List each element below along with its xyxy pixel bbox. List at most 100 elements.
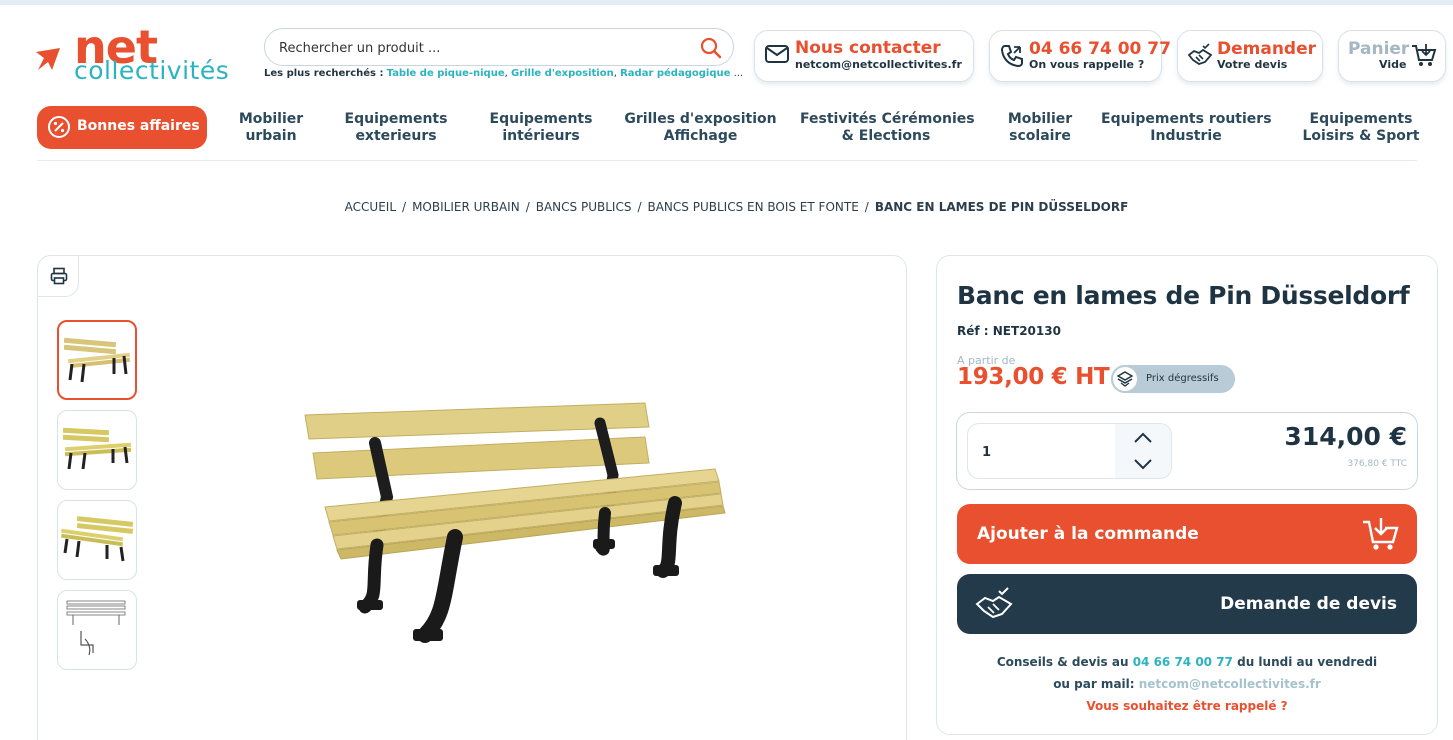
advice-line-phone: Conseils & devis au 04 66 74 00 77 du lu… [936,651,1438,673]
gallery-thumbnail[interactable] [57,500,137,580]
request-quote-button[interactable]: Demande de devis [957,574,1417,634]
product-title: Banc en lames de Pin Düsseldorf [957,281,1410,310]
nav-equipements-exterieurs[interactable]: Equipements exterieurs [340,111,452,145]
breadcrumb-item[interactable]: ACCUEIL [345,200,396,214]
gallery-thumbnail[interactable] [57,320,137,400]
nav-line: Loisirs & Sport [1302,128,1420,144]
gallery-thumbnail[interactable] [57,590,137,670]
nav-line: Equipements routiers [1101,111,1272,127]
quantity-input[interactable] [982,442,1102,462]
product-main-image [304,402,726,643]
phone-card[interactable]: 04 66 74 00 77 On vous rappelle ? [989,30,1171,82]
degressive-price-badge[interactable]: Prix dégressifs [1111,365,1235,393]
header-divider [37,160,1417,161]
advice-email-link[interactable]: netcom@netcollectivites.fr [1139,677,1321,691]
nav-festivites[interactable]: Festivités Cérémonies & Elections [800,111,975,145]
quote-subtitle: Votre devis [1217,58,1288,71]
cart-icon [1411,43,1437,73]
nav-grilles-exposition[interactable]: Grilles d'exposition Affichage [624,111,777,145]
contact-email: netcom@netcollectivites.fr [795,58,962,71]
advice-phone-link[interactable]: 04 66 74 00 77 [1133,655,1233,669]
logo-collectivites-text: collectivités [74,56,230,85]
product-price: 193,00 € HT [957,364,1110,390]
nav-line: urbain [245,128,297,144]
bench-thumbnail-image [62,427,132,470]
popular-searches: Les plus recherchés : Table de pique-niq… [264,68,744,79]
print-button[interactable] [37,255,79,297]
search-bar [264,28,734,66]
add-to-order-button[interactable]: Ajouter à la commande [957,504,1417,564]
contact-card[interactable]: Nous contacter netcom@netcollectivites.f… [754,30,974,82]
nav-mobilier-urbain[interactable]: Mobilier urbain [236,111,306,145]
cart-status: Vide [1379,58,1407,71]
phone-number: 04 66 74 00 77 [1029,39,1171,59]
breadcrumb: ACCUEIL / MOBILIER URBAIN / BANCS PUBLICS / BA… [344,200,1129,214]
advice-mail-prefix: ou par mail: [1053,677,1135,691]
logo-arrow-icon [36,48,60,70]
breadcrumb-item[interactable]: BANCS PUBLICS [536,200,632,214]
top-accent-bar [0,0,1453,5]
popular-link[interactable]: Radar pédagogique [620,68,730,79]
nav-line: Grilles d'exposition [624,111,777,127]
nav-line: scolaire [1009,128,1071,144]
layers-icon [1111,365,1139,393]
nav-mobilier-scolaire[interactable]: Mobilier scolaire [1004,111,1076,145]
total-price: 314,00 € [1284,422,1407,451]
advice-line-mail: ou par mail: netcom@netcollectivites.fr [936,673,1438,695]
nav-line: Equipements [344,111,448,127]
nav-equipements-routiers[interactable]: Equipements routiers Industrie [1101,111,1272,145]
cart-add-icon [1363,518,1399,550]
search-icon[interactable] [699,36,723,64]
nav-equipements-interieurs[interactable]: Equipements intérieurs [485,111,597,145]
chevron-down-icon[interactable] [1133,456,1153,475]
nav-line: & Elections [841,128,931,144]
nav-line: Affichage [663,128,738,144]
bench-thumbnail-image [61,516,133,562]
advice-hours: du lundi au vendredi [1237,655,1378,669]
popular-label: Les plus recherchés : [264,68,384,79]
bench-drawing-thumbnail [66,600,126,656]
callback-link[interactable]: Vous souhaitez être rappelé ? [936,695,1438,717]
degressive-label: Prix dégressifs [1146,373,1219,384]
advice-info: Conseils & devis au 04 66 74 00 77 du lu… [936,651,1438,717]
cart-title: Panier [1348,39,1410,59]
request-quote-label: Demande de devis [1220,594,1397,614]
contact-title: Nous contacter [795,38,941,58]
total-price-ttc: 376,80 € TTC [1347,459,1407,469]
quantity-stepper [1115,424,1171,478]
bench-thumbnail-image [63,337,131,383]
deals-label: Bonnes affaires [77,118,200,134]
cart-card[interactable]: Panier Vide [1338,30,1446,82]
quote-card[interactable]: Demander Votre devis [1177,30,1323,82]
popular-link[interactable]: Table de pique-nique [387,68,505,79]
phone-callback: On vous rappelle ? [1029,58,1145,71]
gallery-thumbnail[interactable] [57,410,137,490]
popular-more: ... [733,68,744,79]
nav-equipements-loisirs[interactable]: Equipements Loisirs & Sport [1300,111,1422,145]
deals-button[interactable]: Bonnes affaires [37,106,207,149]
nav-line: Mobilier [238,111,304,127]
search-input[interactable] [279,37,689,59]
add-to-order-label: Ajouter à la commande [977,524,1199,544]
quote-title: Demander [1217,39,1317,59]
percent-badge-icon [47,115,71,143]
ref-value: NET20130 [992,324,1061,338]
breadcrumb-current: BANC EN LAMES DE PIN DÜSSELDORF [874,200,1129,214]
print-icon [50,267,68,285]
nav-line: Mobilier [1007,111,1073,127]
nav-line: Festivités Cérémonies [800,111,975,127]
nav-line: intérieurs [502,128,580,144]
breadcrumb-item[interactable]: BANCS PUBLICS EN BOIS ET FONTE [647,200,858,214]
advice-prefix: Conseils & devis au [996,655,1129,669]
popular-link[interactable]: Grille d'exposition [511,68,614,79]
mail-icon [764,43,790,69]
phone-icon [999,43,1025,73]
nav-line: Equipements [1309,111,1413,127]
breadcrumb-item[interactable]: MOBILIER URBAIN [412,200,520,214]
chevron-up-icon[interactable] [1133,430,1153,449]
site-logo[interactable]: net collectivités [34,20,249,88]
nav-line: exterieurs [355,128,437,144]
ref-label: Réf : [957,324,989,338]
handshake-icon [1187,43,1213,73]
nav-line: Industrie [1150,128,1222,144]
